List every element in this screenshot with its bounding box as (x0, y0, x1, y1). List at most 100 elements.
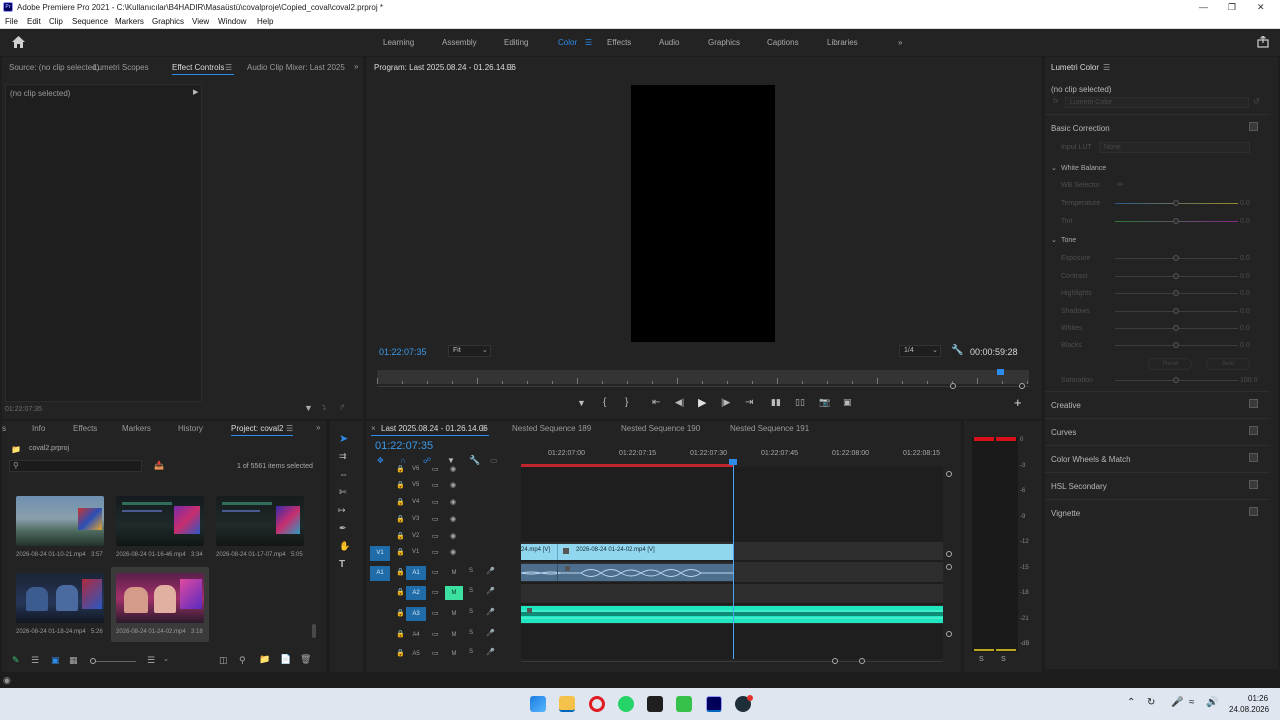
tab-lumetri-scopes[interactable]: Lumetri Scopes (93, 63, 149, 72)
track-name[interactable]: A5 (406, 647, 426, 661)
solo-button[interactable]: S (469, 568, 473, 574)
mark-in-icon[interactable]: { (603, 397, 606, 408)
curves-header[interactable]: Curves (1051, 428, 1076, 437)
terminal-icon[interactable] (647, 696, 663, 712)
lock-icon[interactable]: 🔒 (396, 588, 405, 596)
project-more-icon[interactable]: » (316, 423, 320, 432)
track-select-tool-icon[interactable]: ⇉ (339, 451, 347, 462)
pen-tool-icon[interactable]: ✒ (339, 523, 347, 534)
lock-icon[interactable]: 🔒 (396, 609, 405, 617)
mute-button[interactable]: M (445, 566, 463, 580)
solo-left-button[interactable]: S (979, 656, 984, 663)
white-balance-header[interactable]: White Balance (1061, 165, 1106, 172)
slider-knob[interactable] (1173, 200, 1179, 206)
white-balance-chevron-icon[interactable]: ⌄ (1051, 164, 1057, 172)
add-marker-icon[interactable]: ▼ (447, 456, 455, 465)
video-scroll-bottom[interactable] (946, 551, 952, 557)
freeform-view-icon[interactable]: ▦ (69, 655, 78, 666)
workspace-menu-icon[interactable]: ☰ (585, 38, 592, 47)
track-name[interactable]: A1 (406, 566, 426, 580)
find-icon[interactable]: ⚲ (239, 655, 246, 666)
fit-dropdown[interactable]: Fit ⌄ (448, 345, 491, 357)
workspace-learning[interactable]: Learning (383, 38, 414, 47)
eye-icon[interactable]: ◉ (450, 532, 456, 540)
zoom-handle-right[interactable] (1019, 383, 1025, 389)
menu-sequence[interactable]: Sequence (72, 17, 108, 26)
tab-audio-clip-mixer[interactable]: Audio Clip Mixer: Last 2025 (247, 63, 345, 72)
slider-knob[interactable] (1173, 308, 1179, 314)
menu-help[interactable]: Help (257, 17, 273, 26)
solo-button[interactable]: S (469, 609, 473, 615)
tab-source[interactable]: Source: (no clip selected) (9, 63, 99, 72)
icon-view-icon[interactable]: ▣ (51, 655, 60, 666)
color-wheels-header[interactable]: Color Wheels & Match (1051, 455, 1131, 464)
step-forward-icon[interactable]: |▶ (721, 397, 730, 408)
panel-more-icon[interactable]: » (354, 62, 358, 71)
extract-icon[interactable]: ▯▯ (795, 397, 805, 408)
mute-button[interactable]: M (445, 607, 463, 621)
add-marker-icon[interactable]: ▼ (577, 398, 586, 408)
ripple-edit-tool-icon[interactable]: ⇔ (339, 469, 348, 479)
tab-project[interactable]: Project: coval2 (231, 424, 283, 433)
lock-icon[interactable]: 🔒 (396, 532, 405, 540)
menu-file[interactable]: File (5, 17, 18, 26)
solo-button[interactable]: S (469, 630, 473, 636)
workspace-more-button[interactable]: » (898, 38, 902, 47)
snap-icon[interactable]: ∩ (400, 456, 406, 465)
eye-icon[interactable]: ◉ (450, 498, 456, 506)
track-scroll-bottom[interactable] (946, 631, 952, 637)
workspace-audio[interactable]: Audio (659, 38, 679, 47)
tray-overflow-icon[interactable]: ⌃ (1127, 697, 1135, 708)
tone-header[interactable]: Tone (1061, 237, 1076, 244)
menu-clip[interactable]: Clip (49, 17, 63, 26)
sync-lock-icon[interactable]: ▭ (432, 630, 439, 638)
slider-knob[interactable] (1173, 342, 1179, 348)
timeline-timecode[interactable]: 01:22:07:35 (375, 440, 433, 452)
whatsapp-icon[interactable] (618, 696, 634, 712)
wrench-icon[interactable]: 🔧 (951, 345, 963, 356)
slider-knob[interactable] (1173, 218, 1179, 224)
captions-icon[interactable]: ▭ (490, 456, 498, 465)
lock-icon[interactable]: 🔒 (396, 548, 405, 556)
curves-checkbox[interactable] (1249, 426, 1258, 435)
auto-button[interactable]: Auto (1206, 358, 1250, 370)
mute-button[interactable]: M (445, 628, 463, 642)
new-item-icon[interactable]: 📄 (280, 654, 291, 665)
sync-lock-icon[interactable]: ▭ (432, 649, 439, 657)
export-frame-icon[interactable]: 📷 (819, 397, 830, 408)
zoom-slider-track[interactable] (96, 661, 136, 662)
button-editor-icon[interactable]: + (1014, 395, 1022, 410)
workspace-libraries[interactable]: Libraries (827, 38, 858, 47)
eyedropper-icon[interactable]: ✏ (1117, 180, 1124, 189)
mark-out-icon[interactable]: } (625, 397, 628, 408)
video-clip-v1[interactable]: 24.mp4 [V] 2026-08-24 01-24-02.mp4 [V] (521, 544, 733, 560)
microphone-icon[interactable]: 🎤 (486, 629, 495, 637)
nest-toggle-icon[interactable]: ✥ (377, 456, 384, 465)
sort-icon[interactable]: ☰ (147, 655, 155, 666)
wifi-icon[interactable]: ≈ (1189, 697, 1195, 708)
tab-info[interactable]: Info (32, 424, 45, 433)
pencil-icon[interactable]: ✎ (12, 655, 20, 666)
workspace-color[interactable]: Color (558, 38, 577, 47)
volume-icon[interactable]: 🔊 (1206, 697, 1218, 708)
list-view-icon[interactable]: ☰ (31, 655, 39, 666)
program-menu-icon[interactable]: ☰ (506, 63, 513, 72)
menu-graphics[interactable]: Graphics (152, 17, 184, 26)
track-name[interactable]: A2 (406, 586, 426, 600)
workspace-effects[interactable]: Effects (607, 38, 631, 47)
sync-lock-icon[interactable]: ▭ (432, 609, 439, 617)
timeline-tab-nested-190[interactable]: Nested Sequence 190 (621, 424, 700, 433)
slider-knob[interactable] (1173, 273, 1179, 279)
color-wheels-checkbox[interactable] (1249, 453, 1258, 462)
sync-icon[interactable]: ↻ (1147, 697, 1155, 708)
slip-tool-icon[interactable]: ↦ (338, 505, 346, 516)
lock-icon[interactable]: 🔒 (396, 649, 405, 657)
sync-lock-icon[interactable]: ▭ (432, 548, 439, 556)
tab-scroll-left[interactable]: s (2, 424, 6, 433)
timeline-menu-icon[interactable]: ☰ (480, 424, 487, 433)
basic-correction-header[interactable]: Basic Correction (1051, 124, 1110, 133)
eye-icon[interactable]: ◉ (450, 481, 456, 489)
source-patch-v1[interactable]: V1 (370, 546, 390, 561)
saturation-knob[interactable] (1173, 377, 1179, 383)
automate-to-sequence-icon[interactable]: ◫ (219, 655, 228, 666)
